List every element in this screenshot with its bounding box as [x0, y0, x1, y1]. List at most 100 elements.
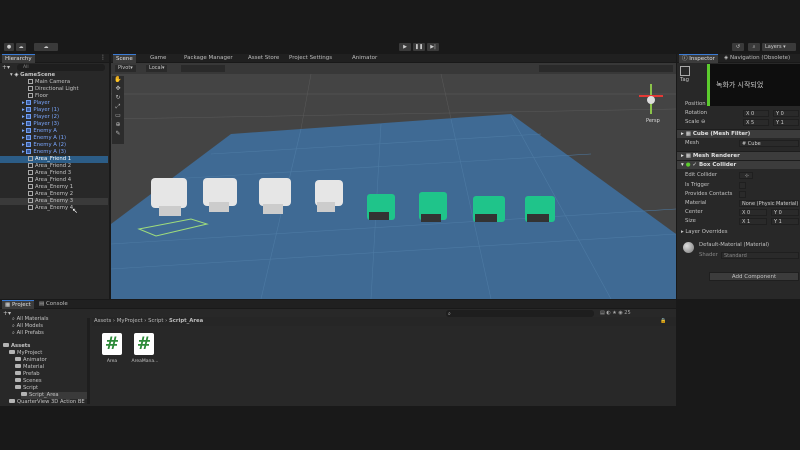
- view-options[interactable]: [539, 65, 673, 72]
- transform-icon[interactable]: ⊕: [112, 121, 124, 130]
- main-toolbar: ● ☁ ☁ ▶ ❚❚ ▶| ↺ ⌕ Layers ▾: [0, 41, 800, 53]
- layer-overrides-row[interactable]: ▸ Layer Overrides: [681, 228, 800, 236]
- cloud-button[interactable]: ☁: [34, 43, 58, 51]
- hierarchy-item[interactable]: ▸ Player: [0, 100, 108, 107]
- scale-y-field[interactable]: Y 1: [773, 119, 799, 126]
- pivot-dropdown[interactable]: Pivot▾: [115, 65, 136, 72]
- step-icon[interactable]: ▶|: [427, 43, 439, 51]
- scene-viewport[interactable]: Persp: [111, 74, 676, 299]
- file-area[interactable]: # Area: [100, 333, 130, 373]
- breadcrumb-assets[interactable]: Assets: [94, 318, 111, 324]
- add-icon[interactable]: +▾: [2, 64, 10, 71]
- custom-icon[interactable]: ✎: [112, 130, 124, 139]
- folder-item[interactable]: Material: [15, 364, 44, 371]
- breadcrumb-script-area[interactable]: Script_Area: [169, 318, 203, 324]
- hand-icon[interactable]: ✋: [112, 76, 124, 85]
- account-icon[interactable]: ●: [4, 43, 14, 51]
- cloud-icon[interactable]: ☁: [16, 43, 26, 51]
- tab-project[interactable]: ▦ Project: [2, 300, 34, 309]
- project-filter-icons[interactable]: ▤ ◐ ★ ◉ 25: [600, 310, 631, 316]
- hierarchy-item[interactable]: Directional Light: [0, 86, 108, 93]
- local-dropdown[interactable]: Local▾: [146, 65, 168, 72]
- favorite-item[interactable]: ⌕ All Materials: [12, 316, 48, 323]
- tab-animator[interactable]: Animator: [349, 54, 380, 63]
- scale-x-field[interactable]: X 5: [743, 119, 769, 126]
- pause-icon[interactable]: ❚❚: [413, 43, 425, 51]
- tree-scrollbar[interactable]: [87, 318, 90, 404]
- hierarchy-item[interactable]: ▸ Player (2): [0, 114, 108, 121]
- mesh-filter-header[interactable]: ▸ ▦ Cube (Mesh Filter): [677, 129, 800, 138]
- tab-scene[interactable]: Scene: [113, 54, 136, 63]
- hierarchy-item[interactable]: Area_Enemy 2: [0, 191, 108, 198]
- hierarchy-item[interactable]: Area_Friend 2: [0, 163, 108, 170]
- scale-icon[interactable]: ⤢: [112, 103, 124, 112]
- folder-item[interactable]: Script: [15, 385, 38, 392]
- breadcrumb-myproject[interactable]: MyProject: [117, 318, 143, 324]
- hierarchy-item[interactable]: ▸ Enemy A (1): [0, 135, 108, 142]
- hierarchy-item[interactable]: ▸ Enemy A (3): [0, 149, 108, 156]
- search-input[interactable]: All: [17, 64, 105, 71]
- search-icon[interactable]: ⌕: [748, 43, 760, 51]
- rotation-y-field[interactable]: Y 0: [773, 110, 799, 117]
- layers-dropdown[interactable]: Layers ▾: [762, 43, 796, 51]
- hierarchy-item[interactable]: ▸ Player (1): [0, 107, 108, 114]
- tab-package-manager[interactable]: Package Manager: [181, 54, 236, 63]
- shader-dropdown[interactable]: Standard: [721, 252, 799, 259]
- center-y-field[interactable]: Y 0: [771, 209, 799, 216]
- hierarchy-item[interactable]: Floor: [0, 93, 108, 100]
- hierarchy-item-label: Area_Friend 3: [35, 170, 72, 176]
- scale-link-icon[interactable]: ⊖: [701, 119, 705, 125]
- prefab-icon: [26, 149, 32, 154]
- hierarchy-item[interactable]: Area_Friend 3: [0, 170, 108, 177]
- tab-game[interactable]: Game: [147, 54, 169, 63]
- material-field[interactable]: None (Physic Material): [739, 200, 799, 207]
- folder-item[interactable]: Script_Area: [21, 392, 88, 399]
- folder-item[interactable]: Animator: [15, 357, 47, 364]
- mesh-renderer-header[interactable]: ▸ ▦ Mesh Renderer: [677, 151, 800, 160]
- scene-row[interactable]: ▾ ◈ GameScene: [0, 72, 108, 79]
- hierarchy-item[interactable]: Area_Enemy 4: [0, 205, 108, 212]
- hierarchy-item[interactable]: ▸ Enemy A (2): [0, 142, 108, 149]
- rect-icon[interactable]: ▭: [112, 112, 124, 121]
- more-icon[interactable]: ⋮: [100, 54, 106, 61]
- hierarchy-item[interactable]: Area_Enemy 3: [0, 198, 108, 205]
- lock-icon[interactable]: 🔒: [660, 318, 672, 324]
- hierarchy-item[interactable]: Area_Friend 4: [0, 177, 108, 184]
- size-y-field[interactable]: Y 1: [771, 218, 799, 225]
- move-icon[interactable]: ✥: [112, 85, 124, 94]
- project-search-input[interactable]: ⌕: [446, 310, 594, 317]
- folder-item[interactable]: QuarterView 3D Action BE: [9, 399, 85, 406]
- hierarchy-item[interactable]: Area_Friend 1: [0, 156, 108, 163]
- add-component-button[interactable]: Add Component: [709, 272, 799, 281]
- hierarchy-item[interactable]: ▸ Player (3): [0, 121, 108, 128]
- folder-item[interactable]: MyProject: [9, 350, 42, 357]
- history-icon[interactable]: ↺: [732, 43, 744, 51]
- tab-asset-store[interactable]: Asset Store: [245, 54, 282, 63]
- rotation-x-field[interactable]: X 0: [743, 110, 769, 117]
- edit-collider-button[interactable]: ⊹: [739, 172, 753, 179]
- play-icon[interactable]: ▶: [399, 43, 411, 51]
- folder-item[interactable]: Prefab: [15, 371, 40, 378]
- tab-hierarchy[interactable]: Hierarchy: [2, 54, 35, 63]
- tab-project-settings[interactable]: Project Settings: [286, 54, 335, 63]
- snap-buttons[interactable]: [181, 65, 225, 72]
- folder-item[interactable]: Assets: [3, 343, 30, 350]
- box-collider-header[interactable]: ▾ ● ✓ Box Collider: [677, 160, 800, 169]
- tab-console[interactable]: ▤ Console: [36, 300, 71, 309]
- mesh-field[interactable]: # Cube: [739, 140, 799, 147]
- breadcrumb-script[interactable]: Script: [148, 318, 163, 324]
- tab-navigation[interactable]: ◈ Navigation (Obsolete): [721, 54, 793, 63]
- rotate-icon[interactable]: ↻: [112, 94, 124, 103]
- hierarchy-item[interactable]: Main Camera: [0, 79, 108, 86]
- file-areamanager[interactable]: # AreaMana...: [132, 333, 162, 373]
- hierarchy-item[interactable]: Area_Enemy 1: [0, 184, 108, 191]
- is-trigger-checkbox[interactable]: [739, 182, 746, 189]
- hierarchy-item[interactable]: ▸ Enemy A: [0, 128, 108, 135]
- size-x-field[interactable]: X 1: [739, 218, 767, 225]
- tab-inspector[interactable]: ⓘ Inspector: [679, 54, 718, 63]
- favorite-item[interactable]: ⌕ All Prefabs: [12, 330, 44, 337]
- favorite-item[interactable]: ⌕ All Models: [12, 323, 43, 330]
- provides-contacts-checkbox[interactable]: [739, 191, 746, 198]
- folder-item[interactable]: Scenes: [15, 378, 42, 385]
- center-x-field[interactable]: X 0: [739, 209, 767, 216]
